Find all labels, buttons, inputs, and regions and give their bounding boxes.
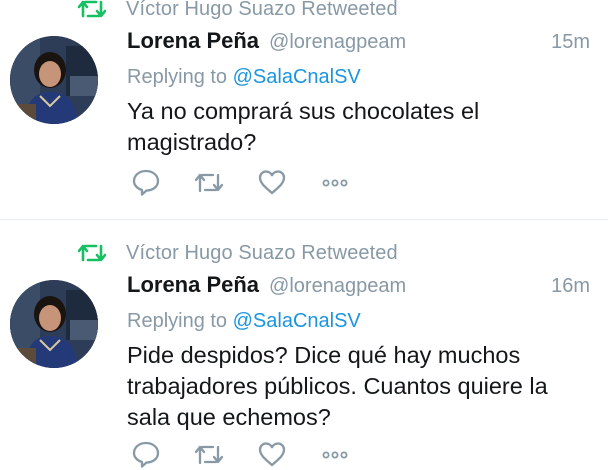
- more-icon[interactable]: [319, 438, 351, 470]
- tweet-divider: [0, 219, 608, 220]
- replying-to-label: Replying to: [127, 310, 228, 332]
- tweet[interactable]: Víctor Hugo Suazo Retweeted Lorena Peña …: [0, 0, 608, 220]
- display-name[interactable]: Lorena Peña: [127, 272, 259, 298]
- retweet-icon[interactable]: [193, 166, 225, 198]
- avatar[interactable]: [10, 36, 98, 124]
- heart-icon[interactable]: [256, 166, 288, 198]
- tweet-text: Ya no comprará sus chocolates el magistr…: [127, 98, 480, 155]
- reply-icon[interactable]: [130, 166, 162, 198]
- user-handle[interactable]: @lorenagpeam: [269, 31, 406, 54]
- more-icon[interactable]: [319, 166, 351, 198]
- tweet-text: Pide despidos? Dice qué hay muchos traba…: [127, 342, 548, 430]
- tweet[interactable]: Víctor Hugo Suazo Retweeted Lorena Peña …: [0, 232, 608, 470]
- heart-icon[interactable]: [256, 438, 288, 470]
- retweet-context: Víctor Hugo Suazo Retweeted: [77, 0, 398, 24]
- replying-to-label: Replying to: [127, 66, 228, 88]
- timestamp[interactable]: 15m: [551, 31, 590, 54]
- reply-icon[interactable]: [130, 438, 162, 470]
- retweet-context: Víctor Hugo Suazo Retweeted: [77, 238, 398, 268]
- replying-to-handle[interactable]: @SalaCnalSV: [233, 310, 361, 332]
- timestamp[interactable]: 16m: [551, 275, 590, 298]
- timeline: Víctor Hugo Suazo Retweeted Lorena Peña …: [0, 0, 608, 470]
- display-name[interactable]: Lorena Peña: [127, 28, 259, 54]
- user-handle[interactable]: @lorenagpeam: [269, 275, 406, 298]
- replying-to-handle[interactable]: @SalaCnalSV: [233, 66, 361, 88]
- retweeted-by-label[interactable]: Víctor Hugo Suazo Retweeted: [126, 0, 398, 21]
- tweet-actions: [130, 438, 382, 470]
- avatar[interactable]: [10, 280, 98, 368]
- retweeted-by-label[interactable]: Víctor Hugo Suazo Retweeted: [126, 242, 398, 265]
- retweet-icon: [77, 242, 107, 264]
- replying-to: Replying to @SalaCnalSV: [127, 66, 361, 89]
- tweet-header: Lorena Peña @lorenagpeam 15m: [127, 28, 590, 62]
- replying-to: Replying to @SalaCnalSV: [127, 310, 361, 333]
- retweet-icon[interactable]: [193, 438, 225, 470]
- tweet-header: Lorena Peña @lorenagpeam 16m: [127, 272, 590, 306]
- tweet-actions: [130, 166, 382, 198]
- retweet-icon: [77, 0, 107, 20]
